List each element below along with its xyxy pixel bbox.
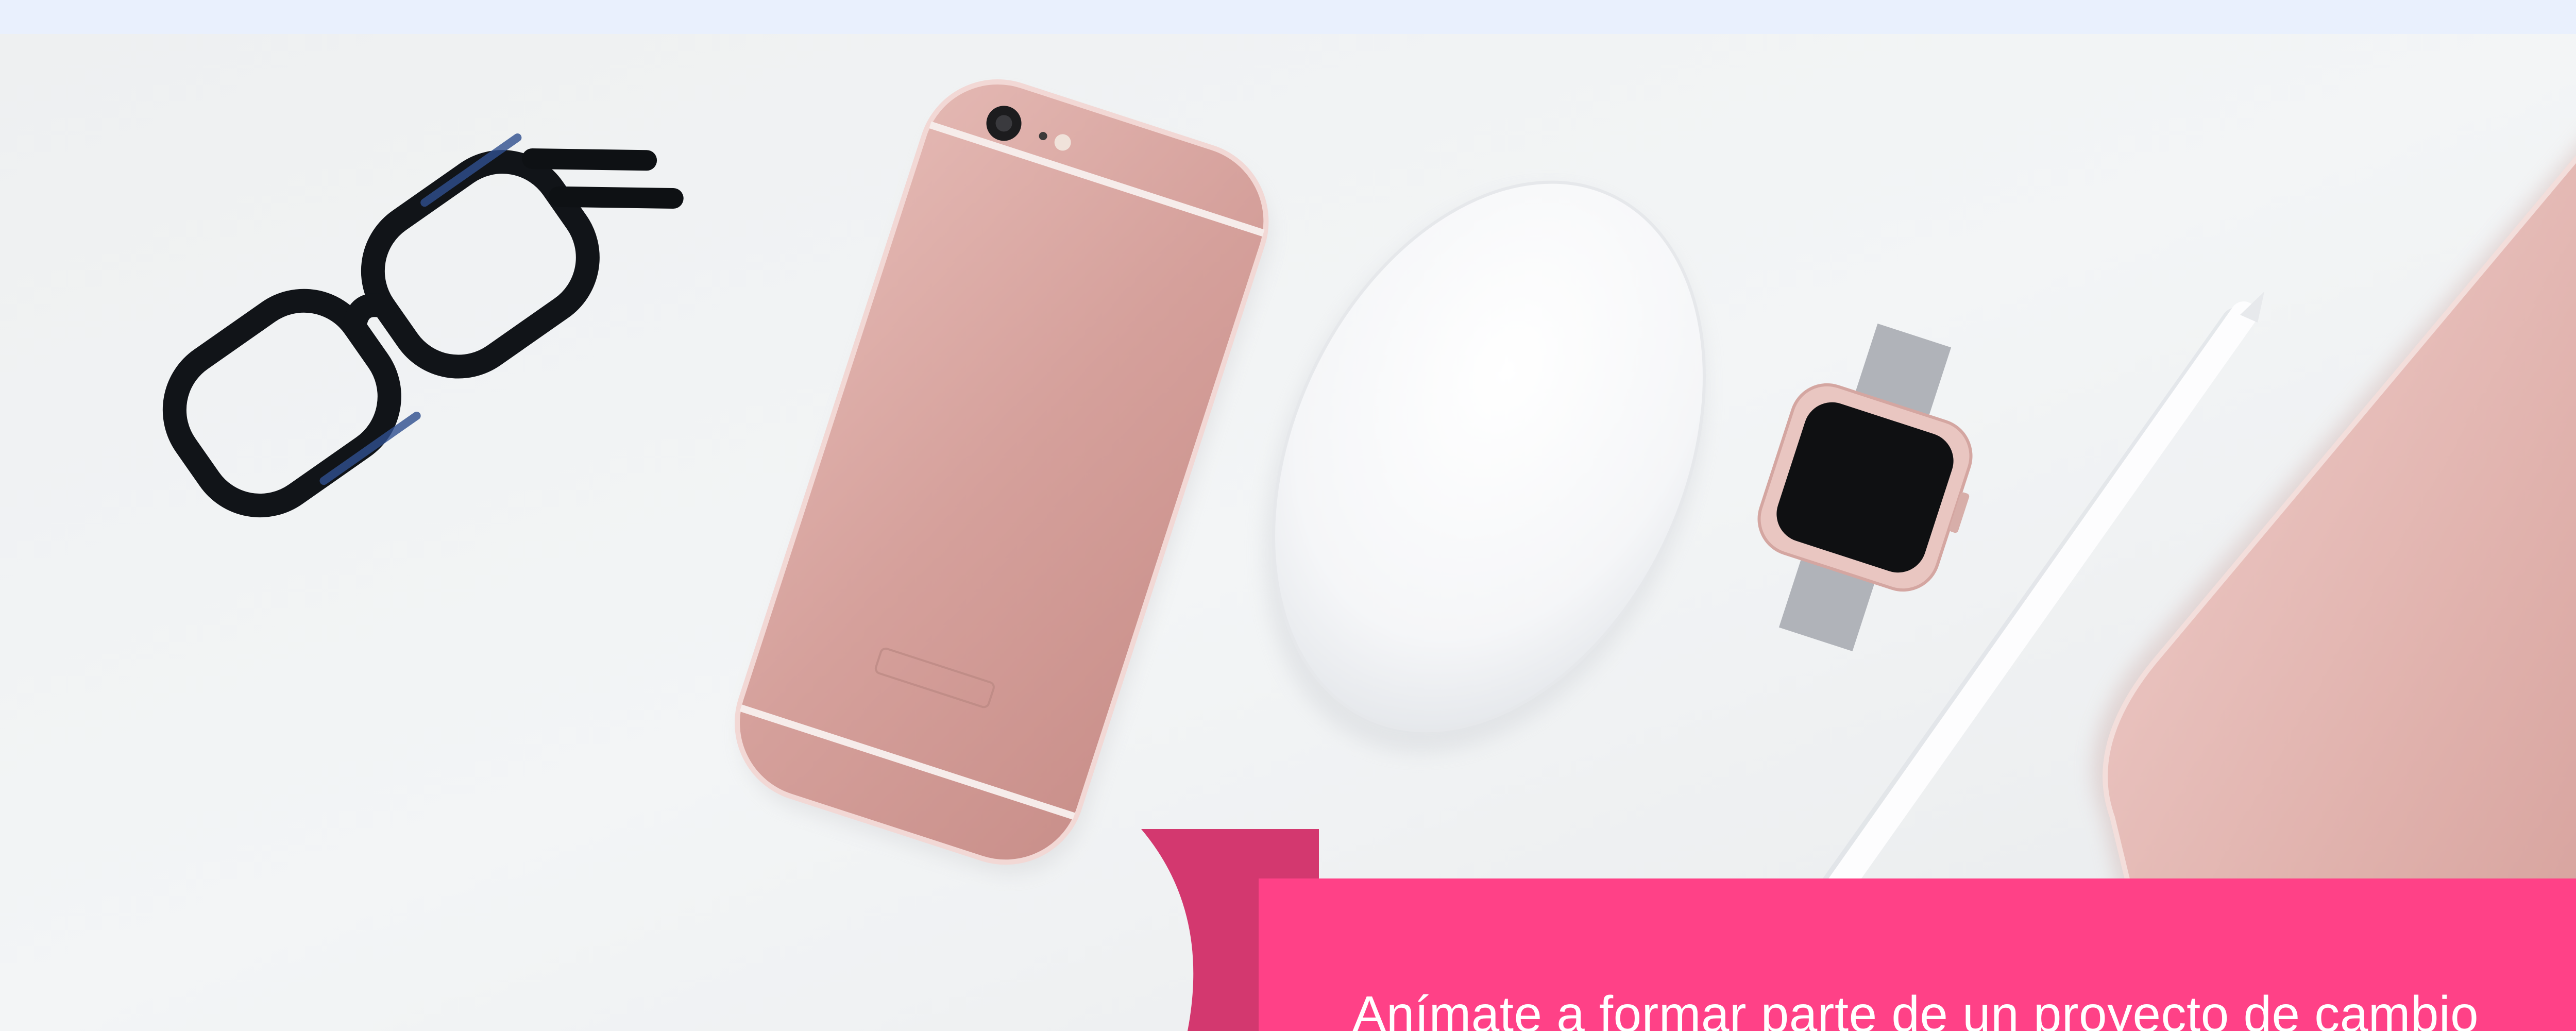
top-band: [0, 0, 2576, 34]
cta-banner: Anímate a formar parte de un proyecto de…: [1259, 878, 2576, 1031]
cta-text: Anímate a formar parte de un proyecto de…: [1352, 986, 2479, 1031]
page: Anímate a formar parte de un proyecto de…: [0, 0, 2576, 1031]
